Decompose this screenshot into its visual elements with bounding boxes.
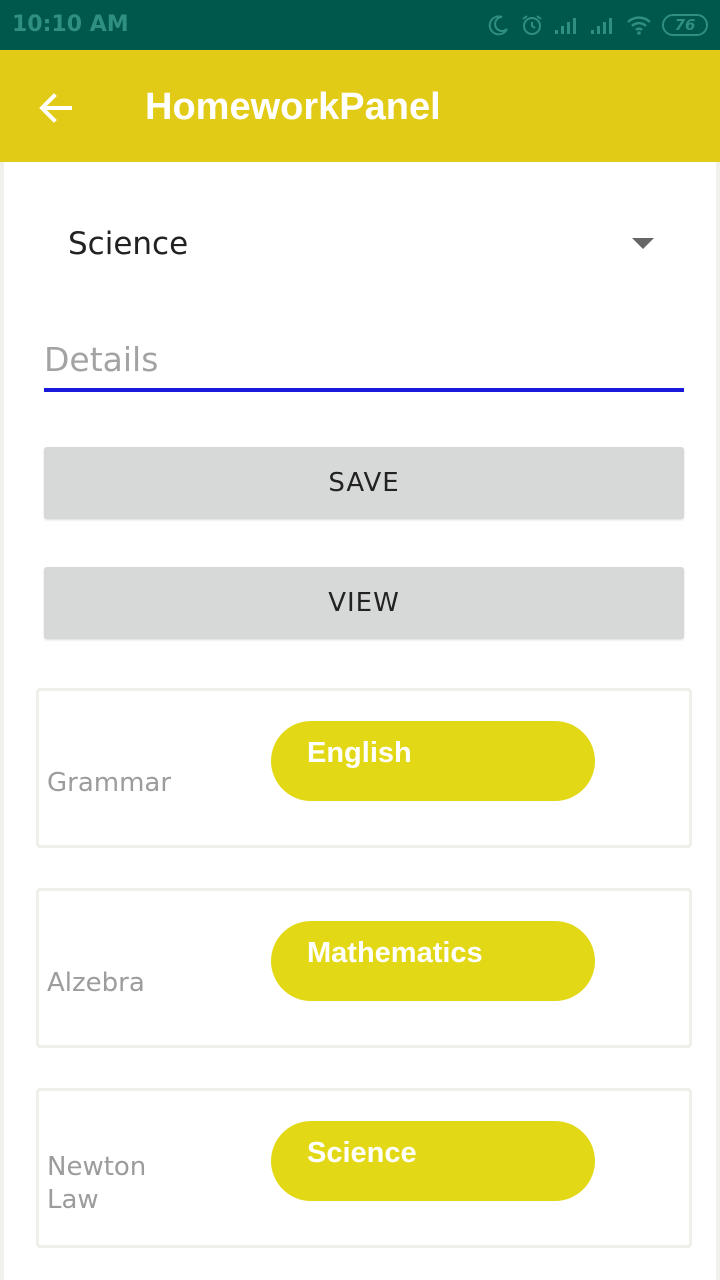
moon-icon: [488, 15, 508, 36]
subject-chip-label: English: [307, 737, 412, 769]
page-title: HomeworkPanel: [145, 86, 441, 128]
homework-topic: Alzebra: [47, 968, 145, 998]
status-time: 10:10 AM: [12, 12, 129, 37]
homework-card: Alzebra Mathematics: [36, 888, 692, 1048]
homework-topic: Grammar: [47, 768, 172, 798]
main-content: Science SAVE VIEW Grammar English Alzebr…: [0, 162, 720, 1280]
homework-card: Grammar English: [36, 688, 692, 848]
app-bar: HomeworkPanel: [0, 50, 720, 162]
alarm-icon: [522, 15, 542, 35]
subject-dropdown-value: Science: [68, 226, 189, 262]
subject-chip[interactable]: Science: [271, 1121, 595, 1201]
dropdown-arrow-icon: [632, 238, 654, 249]
subject-chip-label: Mathematics: [307, 937, 483, 969]
signal-icon: [591, 18, 612, 34]
subject-chip[interactable]: Mathematics: [271, 921, 595, 1001]
status-icons: 76: [488, 10, 708, 40]
status-bar: 10:10 AM 76: [0, 0, 720, 50]
save-button[interactable]: SAVE: [44, 447, 684, 519]
subject-chip[interactable]: English: [271, 721, 595, 801]
battery-icon: 76: [662, 14, 708, 36]
signal-icon: [555, 18, 576, 34]
homework-topic: Newton Law: [47, 1152, 147, 1215]
back-button[interactable]: [34, 86, 78, 130]
subject-dropdown[interactable]: Science: [44, 208, 684, 280]
back-arrow-icon: [39, 93, 72, 123]
homework-card: Newton Law Science: [36, 1088, 692, 1248]
battery-level: 76: [674, 16, 696, 34]
details-input[interactable]: [44, 330, 684, 392]
wifi-icon: [627, 16, 651, 35]
view-button[interactable]: VIEW: [44, 567, 684, 639]
subject-chip-label: Science: [307, 1137, 417, 1169]
